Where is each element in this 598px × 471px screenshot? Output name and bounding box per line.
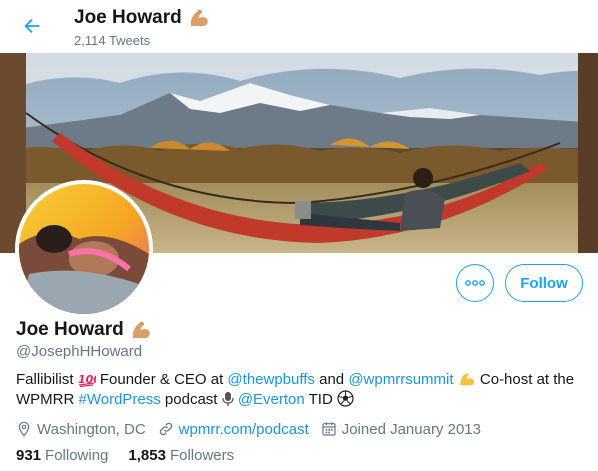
- microphone-emoji: [222, 392, 234, 406]
- location-text: Washington, DC: [37, 420, 146, 438]
- more-dots-icon: [465, 280, 485, 286]
- bio-text: Founder & CEO at: [99, 371, 228, 388]
- joined-item: Joined January 2013: [321, 421, 481, 438]
- flexed-biceps-emoji: [190, 10, 208, 26]
- profile-header: Joe Howard 2,114 Tweets: [0, 0, 598, 53]
- mention-link-everton[interactable]: @Everton: [238, 391, 305, 408]
- bio-text: podcast: [160, 391, 222, 408]
- mention-link-wpmrrsummit[interactable]: @wpmrrsummit: [348, 371, 453, 388]
- followers-label: Followers: [169, 447, 235, 464]
- website-item[interactable]: wpmrr.com/podcast: [158, 421, 309, 438]
- flexed-biceps-emoji: [132, 322, 150, 338]
- avatar-image: [19, 184, 149, 314]
- following-label: Following: [45, 447, 109, 464]
- profile-bio: Fallibilist 100 Founder & CEO at @thewpb…: [16, 370, 586, 410]
- header-title: Joe Howard: [74, 7, 210, 29]
- link-icon: [159, 422, 172, 436]
- bio-text: TID: [304, 391, 337, 408]
- hashtag-link-wordpress[interactable]: #WordPress: [79, 391, 161, 408]
- hundred-points-emoji: 100: [78, 373, 96, 387]
- mention-link-thewpbuffs[interactable]: @thewpbuffs: [227, 371, 315, 388]
- tweet-count: 2,114 Tweets: [74, 33, 151, 48]
- followers-stat[interactable]: 1,853 Followers: [128, 447, 234, 464]
- flexed-biceps-emoji: [460, 373, 474, 386]
- profile-avatar[interactable]: [15, 180, 153, 318]
- joined-text: Joined January 2013: [341, 420, 481, 438]
- bio-text: and: [314, 371, 349, 388]
- back-button[interactable]: [16, 10, 48, 42]
- calendar-icon: [322, 422, 336, 436]
- map-pin-icon: [18, 421, 30, 437]
- following-count: 931: [16, 447, 42, 464]
- header-name-text: Joe Howard: [74, 7, 182, 28]
- followers-count: 1,853: [128, 447, 166, 464]
- following-stat[interactable]: 931 Following: [16, 447, 108, 464]
- arrow-left-icon: [24, 18, 40, 34]
- location-item: Washington, DC: [16, 421, 146, 438]
- profile-meta: Washington, DC wpmrr.com/podcast Joined …: [16, 418, 493, 440]
- profile-handle: @JosephHHoward: [16, 343, 143, 360]
- website-link[interactable]: wpmrr.com/podcast: [179, 421, 309, 438]
- more-options-button[interactable]: [456, 264, 494, 302]
- profile-name: Joe Howard: [16, 319, 152, 341]
- follow-button[interactable]: Follow: [505, 264, 583, 302]
- soccer-ball-emoji: [337, 390, 354, 407]
- profile-name-text: Joe Howard: [16, 319, 124, 340]
- profile-stats: 931 Following 1,853 Followers: [16, 447, 254, 464]
- bio-text: Fallibilist: [16, 371, 78, 388]
